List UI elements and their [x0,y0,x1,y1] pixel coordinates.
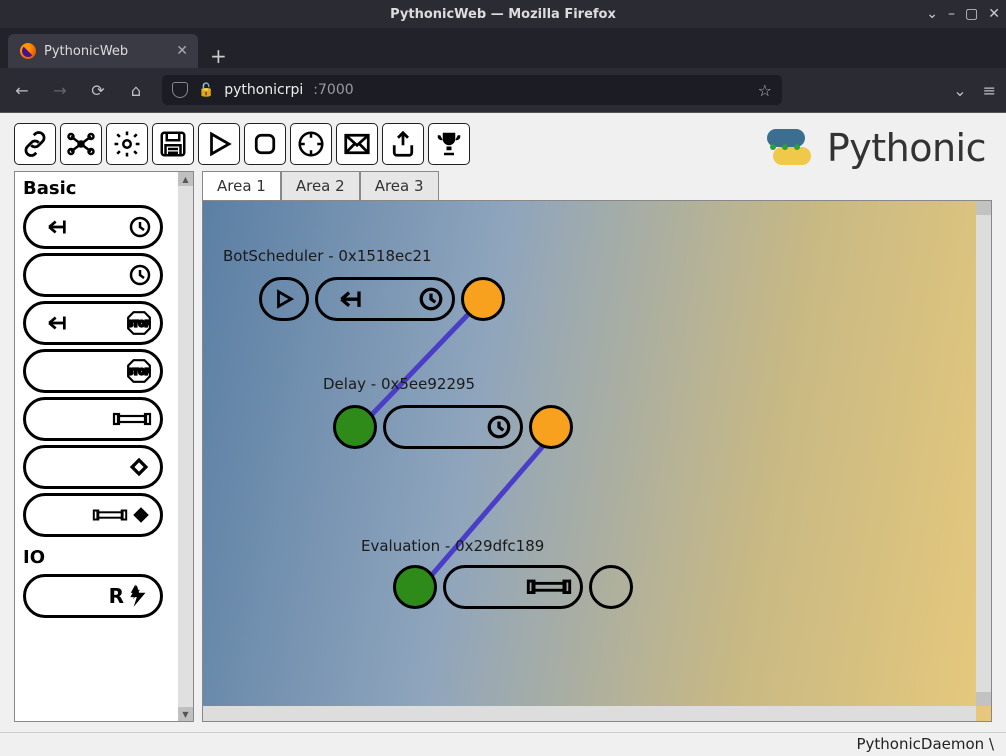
app-root: Pythonic ▲▼ Basic [0,112,1006,756]
node-botscheduler[interactable] [259,277,505,321]
node-1-label: BotScheduler - 0x1518ec21 [223,247,432,265]
insecure-lock-icon: 🔓 [198,83,214,98]
canvas-viewport: BotScheduler - 0x1518ec21 Delay - 0x5ee9… [202,200,992,722]
node-2-output-port[interactable] [529,405,573,449]
tab-area-2[interactable]: Area 2 [281,171,360,200]
tab-area-1[interactable]: Area 1 [202,171,281,200]
share-button[interactable] [382,123,424,165]
node-3-label: Evaluation - 0x29dfc189 [361,537,544,555]
window-minimize-icon[interactable]: – [948,6,955,22]
browser-navbar: ← → ⟳ ⌂ 🔓 pythonicrpi :7000 ☆ ⌄ ≡ [0,68,1006,112]
url-port: :7000 [313,82,353,98]
brand: Pythonic [759,123,986,173]
node-3-body[interactable] [443,565,583,609]
palette-item-stop[interactable]: STOP [23,349,163,393]
save-button[interactable] [152,123,194,165]
node-evaluation[interactable] [393,565,633,609]
canvas-scrollbar-vertical[interactable] [976,201,991,706]
browser-tabstrip: PythonicWeb ✕ + [0,28,1006,68]
pocket-icon[interactable]: ⌄ [953,81,966,100]
palette-item-scheduler-clock[interactable] [23,205,163,249]
palette-item-clock[interactable] [23,253,163,297]
new-tab-button[interactable]: + [198,44,239,68]
svg-text:STOP: STOP [128,367,151,376]
menu-icon[interactable]: ≡ [983,81,996,100]
window-close-icon[interactable]: ✕ [988,6,1000,22]
mail-button[interactable] [336,123,378,165]
status-text: PythonicDaemon \ [857,735,995,753]
url-bar[interactable]: 🔓 pythonicrpi :7000 ☆ [162,75,782,105]
forward-button[interactable]: → [48,81,72,100]
bookmark-star-icon[interactable]: ☆ [758,81,772,100]
node-1-body[interactable] [315,277,455,321]
window-maximize-icon[interactable]: ▢ [965,6,978,22]
play-button[interactable] [198,123,240,165]
window-title: PythonicWeb — Mozilla Firefox [390,7,616,22]
workspace: ▲▼ Basic STOP STOP [0,171,1006,728]
reload-button[interactable]: ⟳ [86,81,110,100]
browser-tab[interactable]: PythonicWeb ✕ [8,34,198,68]
link-button[interactable] [14,123,56,165]
network-button[interactable] [60,123,102,165]
canvas-scrollbar-horizontal[interactable] [203,706,976,721]
node-1-output-port[interactable] [461,277,505,321]
palette-section-basic: Basic [15,172,193,201]
svg-text:STOP: STOP [128,319,151,328]
tab-title: PythonicWeb [44,44,128,59]
palette-section-io: IO [15,541,193,570]
palette-item-pipe[interactable] [23,397,163,441]
node-3-output-port[interactable] [589,565,633,609]
node-1-play-icon[interactable] [259,277,309,321]
palette-scrollbar[interactable]: ▲▼ [178,172,193,721]
canvas-column: Area 1 Area 2 Area 3 BotScheduler - 0x15… [202,171,992,722]
home-button[interactable]: ⌂ [124,81,148,100]
node-2-input-port[interactable] [333,405,377,449]
element-palette: ▲▼ Basic STOP STOP [14,171,194,722]
settings-button[interactable] [106,123,148,165]
palette-item-pipe-chip[interactable] [23,493,163,537]
canvas[interactable]: BotScheduler - 0x1518ec21 Delay - 0x5ee9… [203,201,991,721]
palette-item-r-bolt[interactable]: R [23,574,163,618]
palette-item-chip[interactable] [23,445,163,489]
target-button[interactable] [290,123,332,165]
pythonic-logo-icon [759,123,819,173]
back-button[interactable]: ← [10,81,34,100]
window-min-icon[interactable]: ⌄ [926,6,938,22]
tab-close-icon[interactable]: ✕ [176,43,188,59]
shield-icon [172,82,188,98]
firefox-favicon-icon [20,43,36,59]
node-delay[interactable] [333,405,573,449]
palette-item-scheduler-stop[interactable]: STOP [23,301,163,345]
node-3-input-port[interactable] [393,565,437,609]
status-bar: PythonicDaemon \ [0,732,1006,756]
stop-button[interactable] [244,123,286,165]
tab-area-3[interactable]: Area 3 [360,171,439,200]
trophy-button[interactable] [428,123,470,165]
node-2-label: Delay - 0x5ee92295 [323,375,475,393]
area-tabs: Area 1 Area 2 Area 3 [202,171,992,200]
window-titlebar: PythonicWeb — Mozilla Firefox ⌄ – ▢ ✕ [0,0,1006,28]
node-2-body[interactable] [383,405,523,449]
brand-name: Pythonic [827,126,986,170]
url-host: pythonicrpi [224,82,303,98]
